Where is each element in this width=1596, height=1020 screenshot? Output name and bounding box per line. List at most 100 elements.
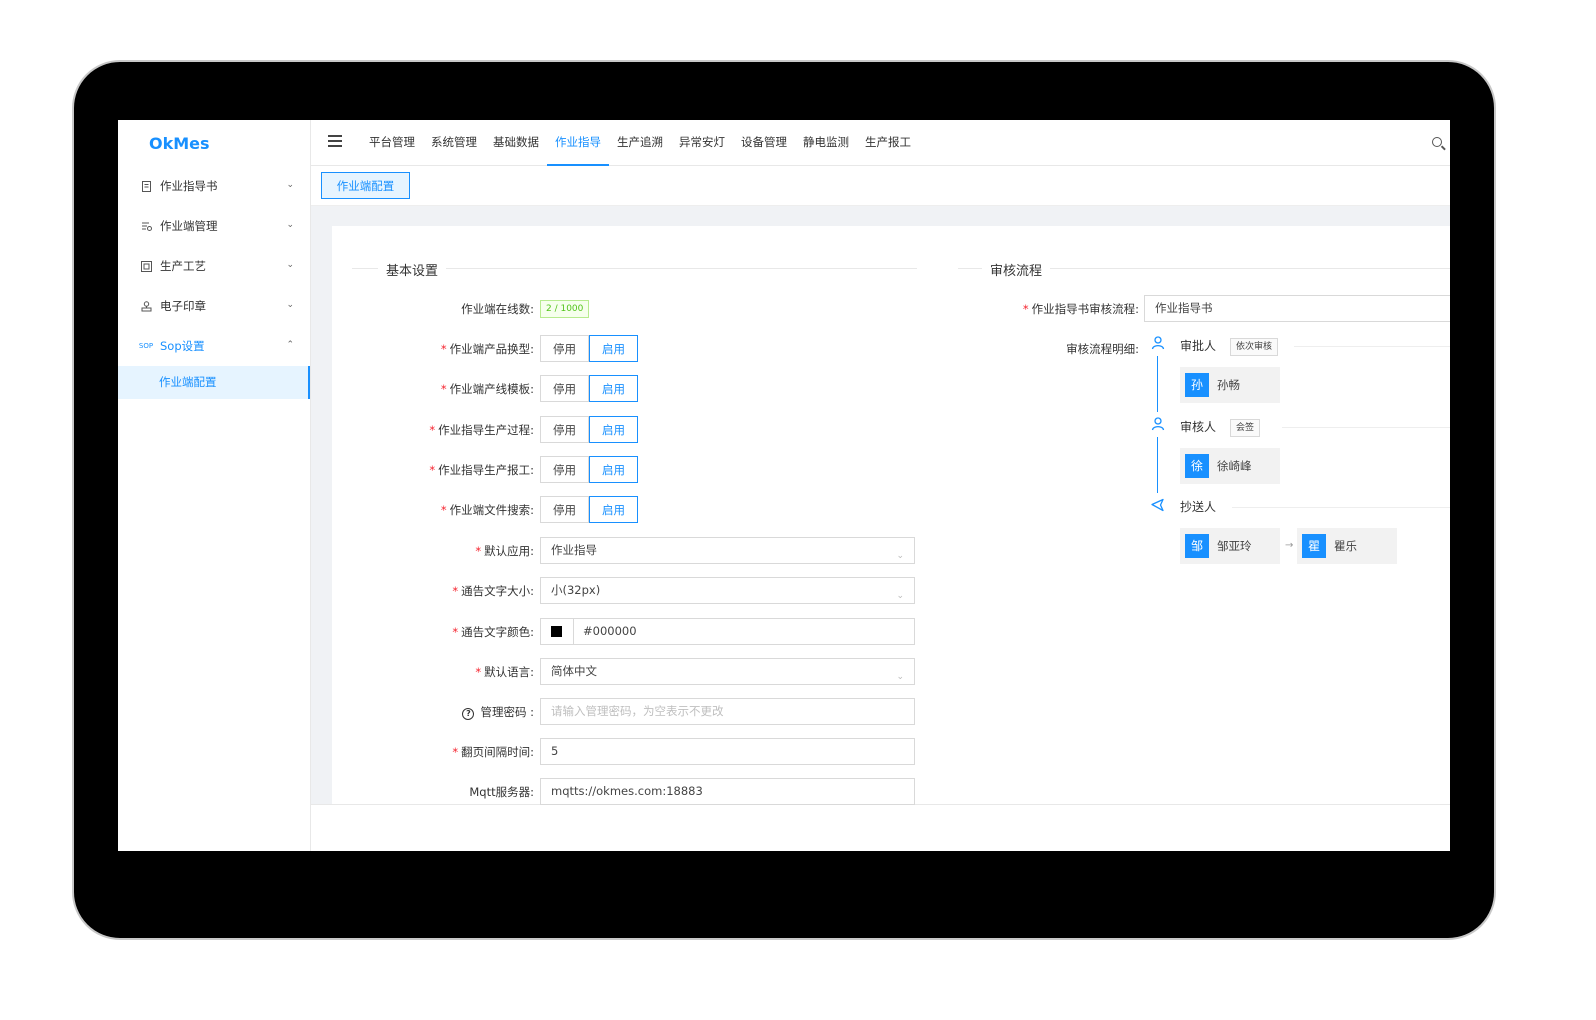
toggle-production-report: 停用 启用 [540, 456, 638, 483]
nav-item-platform[interactable]: 平台管理 [361, 120, 423, 166]
field-label-file-search: * 作业端文件搜索: [440, 503, 534, 517]
enable-button[interactable]: 启用 [589, 375, 638, 402]
app-window: OkMes 作业指导书 ⌄ 作业端管理 ⌄ 生产工艺 ⌄ 电子印章 ⌄ SOP … [118, 120, 1450, 851]
search-icon[interactable] [1432, 137, 1442, 147]
cc-card: 邹 邹亚玲 [1180, 528, 1280, 564]
font-size-select[interactable]: 小(32px) ⌄ [540, 577, 915, 604]
app-logo: OkMes [149, 134, 210, 153]
process-icon [140, 260, 152, 272]
nav-item-basic-data[interactable]: 基础数据 [485, 120, 547, 166]
flow-role-cc: 抄送人 [1180, 500, 1217, 514]
password-input[interactable]: 请输入管理密码，为空表示不更改 [540, 698, 915, 725]
menu-fold-icon[interactable] [328, 135, 342, 149]
disable-button[interactable]: 停用 [540, 375, 589, 402]
color-swatch[interactable] [541, 619, 574, 644]
toggle-product-changeover: 停用 启用 [540, 335, 638, 362]
approver-card: 孙 孙畅 [1180, 367, 1280, 403]
flow-tag-sequential: 依次审核 [1230, 338, 1279, 356]
field-label-font-color: * 通告文字颜色: [452, 625, 534, 639]
interval-input[interactable]: 5 [540, 738, 915, 765]
field-label-password: ? 管理密码 : [332, 704, 534, 720]
toggle-file-search: 停用 启用 [540, 496, 638, 523]
user-icon [1151, 417, 1165, 435]
flow-role-approver: 审批人 [1180, 339, 1217, 353]
field-label-review-detail: 审核流程明细: [1066, 342, 1139, 356]
font-color-picker[interactable]: #000000 [540, 618, 915, 645]
sop-icon: SOP [138, 342, 154, 350]
arrow-right-icon: → [1285, 540, 1294, 551]
chevron-down-icon: ⌄ [896, 672, 904, 682]
field-label-production-process: * 作业指导生产过程: [429, 423, 534, 437]
field-label-font-size: * 通告文字大小: [452, 584, 534, 598]
chevron-down-icon: ⌄ [286, 260, 294, 270]
terminal-icon [140, 220, 152, 232]
sidebar-subitem-terminal-config[interactable]: 作业端配置 [118, 366, 310, 399]
field-label-review-flow: * 作业指导书审核流程: [1022, 302, 1139, 316]
field-label-line-template: * 作业端产线模板: [440, 382, 534, 396]
sidebar-item-label: 作业指导书 [160, 179, 218, 193]
section-title-review: 审核流程 [982, 260, 1051, 279]
stamp-icon [140, 300, 152, 312]
avatar: 邹 [1185, 534, 1209, 558]
cc-name: 邹亚玲 [1217, 539, 1252, 553]
sidebar-item-terminal-management[interactable]: 作业端管理 ⌄ [118, 206, 310, 246]
nav-item-traceability[interactable]: 生产追溯 [609, 120, 671, 166]
review-flow-input[interactable]: 作业指导书 [1144, 295, 1450, 322]
cc-name: 瞿乐 [1334, 539, 1357, 553]
approver-name: 孙畅 [1217, 378, 1240, 392]
enable-button[interactable]: 启用 [589, 496, 638, 523]
chevron-down-icon: ⌄ [896, 591, 904, 601]
nav-item-equipment[interactable]: 设备管理 [733, 120, 795, 166]
sidebar-item-label: 生产工艺 [160, 259, 206, 273]
reviewer-name: 徐崎峰 [1217, 459, 1252, 473]
user-icon [1151, 336, 1165, 354]
sidebar: OkMes 作业指导书 ⌄ 作业端管理 ⌄ 生产工艺 ⌄ 电子印章 ⌄ SOP … [118, 120, 311, 851]
enable-button[interactable]: 启用 [589, 335, 638, 362]
sidebar-item-production-process[interactable]: 生产工艺 ⌄ [118, 246, 310, 286]
disable-button[interactable]: 停用 [540, 456, 589, 483]
chevron-down-icon: ⌄ [286, 180, 294, 190]
nav-item-work-guidance[interactable]: 作业指导 [547, 120, 609, 166]
reviewer-card: 徐 徐崎峰 [1180, 448, 1280, 484]
disable-button[interactable]: 停用 [540, 496, 589, 523]
field-label-production-report: * 作业指导生产报工: [429, 463, 534, 477]
enable-button[interactable]: 启用 [589, 456, 638, 483]
nav-item-esd[interactable]: 静电监测 [795, 120, 857, 166]
chevron-down-icon: ⌄ [896, 551, 904, 561]
toggle-production-process: 停用 启用 [540, 416, 638, 443]
cc-card: 瞿 瞿乐 [1297, 528, 1397, 564]
mqtt-input[interactable]: mqtts://okmes.com:18883 [540, 778, 915, 805]
sidebar-item-sop-settings[interactable]: SOP Sop设置 ⌃ [118, 326, 310, 366]
chevron-down-icon: ⌄ [286, 300, 294, 310]
language-select[interactable]: 简体中文 ⌄ [540, 658, 915, 685]
default-app-select[interactable]: 作业指导 ⌄ [540, 537, 915, 564]
top-navbar: 平台管理 系统管理 基础数据 作业指导 生产追溯 异常安灯 设备管理 静电监测 … [311, 120, 1450, 166]
nav-item-system[interactable]: 系统管理 [423, 120, 485, 166]
flow-tag-countersign: 会签 [1230, 419, 1261, 437]
section-title-basic: 基本设置 [378, 260, 447, 279]
disable-button[interactable]: 停用 [540, 416, 589, 443]
sidebar-item-label: 作业端管理 [160, 219, 218, 233]
sidebar-item-label: Sop设置 [160, 339, 205, 353]
nav-item-andon[interactable]: 异常安灯 [671, 120, 733, 166]
nav-item-reporting[interactable]: 生产报工 [857, 120, 919, 166]
disable-button[interactable]: 停用 [540, 335, 589, 362]
sidebar-item-work-instructions[interactable]: 作业指导书 ⌄ [118, 166, 310, 206]
chevron-up-icon: ⌃ [286, 340, 294, 350]
send-icon [1150, 498, 1165, 516]
flow-role-reviewer: 审核人 [1180, 420, 1217, 434]
field-label-language: * 默认语言: [475, 665, 534, 679]
footer-area [311, 804, 1450, 851]
document-icon [140, 180, 152, 192]
avatar: 徐 [1185, 454, 1209, 478]
field-label-mqtt: Mqtt服务器: [469, 785, 534, 799]
toggle-line-template: 停用 启用 [540, 375, 638, 402]
tab-bar: 作业端配置 [311, 166, 1450, 206]
field-label-interval: * 翻页间隔时间: [452, 745, 534, 759]
field-label-online: 作业端在线数: [461, 302, 534, 316]
sidebar-item-electronic-seal[interactable]: 电子印章 ⌄ [118, 286, 310, 326]
tab-terminal-config[interactable]: 作业端配置 [321, 172, 410, 199]
sidebar-item-label: 电子印章 [160, 299, 206, 313]
enable-button[interactable]: 启用 [589, 416, 638, 443]
avatar: 瞿 [1302, 534, 1326, 558]
